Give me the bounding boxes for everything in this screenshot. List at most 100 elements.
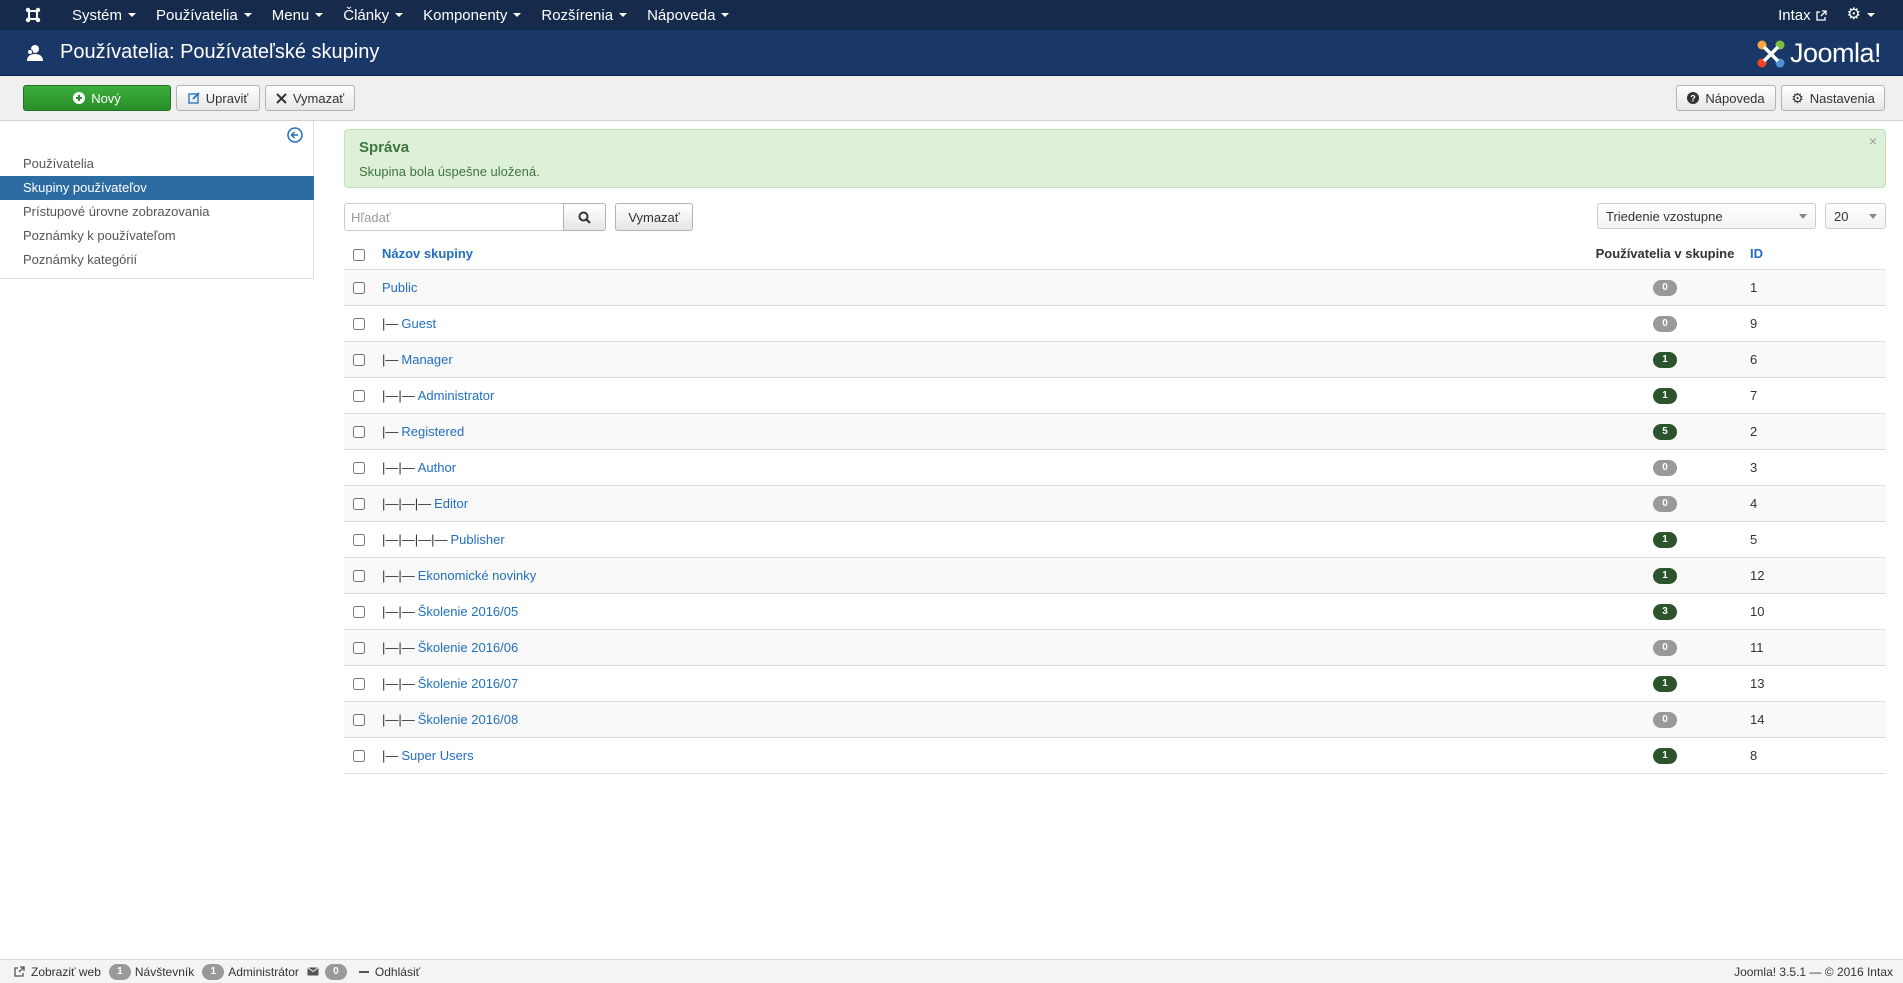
id-header: ID — [1740, 239, 1886, 270]
row-checkbox[interactable] — [353, 462, 365, 475]
sort-by-id-link[interactable]: ID — [1750, 246, 1763, 261]
view-site-link[interactable]: Zobraziť web — [14, 965, 101, 979]
group-title-cell: |—|— Školenie 2016/08 — [382, 700, 1590, 737]
group-title-link[interactable]: Publisher — [451, 532, 505, 547]
chevron-down-icon — [243, 13, 252, 17]
group-title-link[interactable]: Školenie 2016/07 — [418, 676, 518, 691]
group-title-link[interactable]: Registered — [401, 424, 464, 439]
table-row: |— Manager 1 6 — [344, 340, 1886, 377]
sidebar-item-note-categories[interactable]: Poznámky kategórií — [0, 248, 314, 272]
sidebar-item-user-notes[interactable]: Poznámky k používateľom — [0, 224, 314, 248]
sort-by-title-link[interactable]: Názov skupiny — [382, 246, 473, 261]
sidebar-item-user-groups[interactable]: Skupiny používateľov — [0, 176, 314, 200]
table-header-row: Názov skupiny Používatelia v skupine ID — [344, 239, 1886, 270]
chevron-down-icon — [1869, 214, 1877, 219]
row-select-cell — [344, 412, 382, 449]
group-title-link[interactable]: Administrator — [418, 388, 495, 403]
menu-system[interactable]: Systém — [62, 0, 146, 30]
limit-select[interactable]: 20 — [1825, 203, 1886, 229]
group-title-link[interactable]: Editor — [434, 496, 468, 511]
chevron-down-icon — [513, 13, 522, 17]
clear-filters-button[interactable]: Vymazať — [615, 203, 693, 231]
collapse-sidebar-icon[interactable] — [287, 127, 303, 146]
menu-components[interactable]: Komponenty — [413, 0, 531, 30]
group-title-link[interactable]: Public — [382, 280, 417, 295]
group-title-link[interactable]: Super Users — [401, 748, 473, 763]
site-name: Intax — [1778, 6, 1811, 24]
row-checkbox[interactable] — [353, 714, 365, 727]
row-checkbox[interactable] — [353, 642, 365, 655]
new-button[interactable]: Nový — [23, 85, 171, 111]
edit-button[interactable]: Upraviť — [176, 85, 260, 111]
group-title-link[interactable]: Ekonomické novinky — [418, 568, 537, 583]
row-checkbox[interactable] — [353, 498, 365, 511]
status-bar: Zobraziť web 1 Návštevník 1 Administráto… — [0, 959, 1903, 983]
menu-menus[interactable]: Menu — [262, 0, 334, 30]
group-title-link[interactable]: Manager — [401, 352, 452, 367]
tree-prefix: |— — [382, 423, 399, 439]
admins-status: 1 Administrátor — [202, 963, 299, 980]
user-count-badge: 1 — [1653, 532, 1677, 548]
alert-message: Skupina bola úspešne uložená. — [359, 164, 540, 179]
messages-status[interactable]: 0 — [307, 963, 351, 980]
row-checkbox[interactable] — [353, 570, 365, 583]
row-checkbox[interactable] — [353, 678, 365, 691]
tree-prefix: |— — [382, 351, 399, 367]
table-row: |—|— Školenie 2016/05 3 10 — [344, 592, 1886, 629]
delete-button[interactable]: Vymazať — [265, 85, 355, 111]
user-count-cell: 0 — [1590, 628, 1740, 665]
site-link[interactable]: Intax — [1768, 0, 1837, 30]
search-input[interactable] — [344, 203, 564, 231]
search-button[interactable] — [563, 203, 606, 231]
table-row: |—|— Ekonomické novinky 1 12 — [344, 556, 1886, 593]
close-icon[interactable]: × — [1869, 133, 1877, 149]
filter-bar: Vymazať Triedenie vzostupne 20 — [344, 203, 1886, 233]
group-id-cell: 5 — [1740, 520, 1886, 557]
group-title-cell: |—|— Školenie 2016/05 — [382, 592, 1590, 629]
row-checkbox[interactable] — [353, 534, 365, 547]
sidebar-item-users[interactable]: Používatelia — [0, 152, 314, 176]
title-header: Názov skupiny — [382, 239, 1590, 270]
table-row: |—|—|—|— Publisher 1 5 — [344, 520, 1886, 557]
row-checkbox[interactable] — [353, 354, 365, 367]
external-link-icon — [14, 966, 25, 977]
menu-content[interactable]: Články — [333, 0, 413, 30]
help-button[interactable]: ? Nápoveda — [1676, 85, 1776, 111]
user-settings-menu[interactable]: ⚙ — [1837, 0, 1885, 30]
row-select-cell — [344, 340, 382, 377]
group-title-cell: |— Super Users — [382, 736, 1590, 774]
group-title-link[interactable]: Author — [418, 460, 456, 475]
group-title-link[interactable]: Školenie 2016/08 — [418, 712, 518, 727]
gear-icon: ⚙ — [1846, 6, 1861, 23]
menu-help[interactable]: Nápoveda — [637, 0, 739, 30]
menu-users[interactable]: Používatelia — [146, 0, 262, 30]
tree-prefix: |—|— — [382, 675, 415, 691]
group-title-cell: |—|—|— Editor — [382, 484, 1590, 521]
user-count-cell: 1 — [1590, 520, 1740, 557]
row-checkbox[interactable] — [353, 390, 365, 403]
options-button[interactable]: ⚙ Nastavenia — [1781, 85, 1885, 111]
group-title-link[interactable]: Guest — [401, 316, 436, 331]
row-checkbox[interactable] — [353, 426, 365, 439]
options-button-label: Nastavenia — [1809, 90, 1875, 106]
row-select-cell — [344, 268, 382, 305]
sort-select[interactable]: Triedenie vzostupne — [1597, 203, 1816, 229]
user-count-cell: 0 — [1590, 700, 1740, 737]
row-checkbox[interactable] — [353, 318, 365, 331]
groups-table: Názov skupiny Používatelia v skupine ID … — [344, 239, 1886, 774]
menu-menus-label: Menu — [271, 6, 310, 24]
group-title-link[interactable]: Školenie 2016/06 — [418, 640, 518, 655]
group-id-cell: 12 — [1740, 556, 1886, 593]
row-checkbox[interactable] — [353, 750, 365, 763]
user-count-badge: 0 — [1653, 460, 1677, 476]
menu-extensions[interactable]: Rozšírenia — [531, 0, 637, 30]
menu-content-label: Články — [343, 6, 390, 24]
row-checkbox[interactable] — [353, 282, 365, 295]
sidebar-item-access-levels[interactable]: Prístupové úrovne zobrazovania — [0, 200, 314, 224]
select-all-checkbox[interactable] — [353, 248, 365, 261]
row-checkbox[interactable] — [353, 606, 365, 619]
logout-link[interactable]: Odhlásiť — [358, 965, 420, 979]
group-title-link[interactable]: Školenie 2016/05 — [418, 604, 518, 619]
messages-count-badge: 0 — [324, 963, 347, 980]
joomla-logo-icon[interactable] — [18, 0, 48, 30]
